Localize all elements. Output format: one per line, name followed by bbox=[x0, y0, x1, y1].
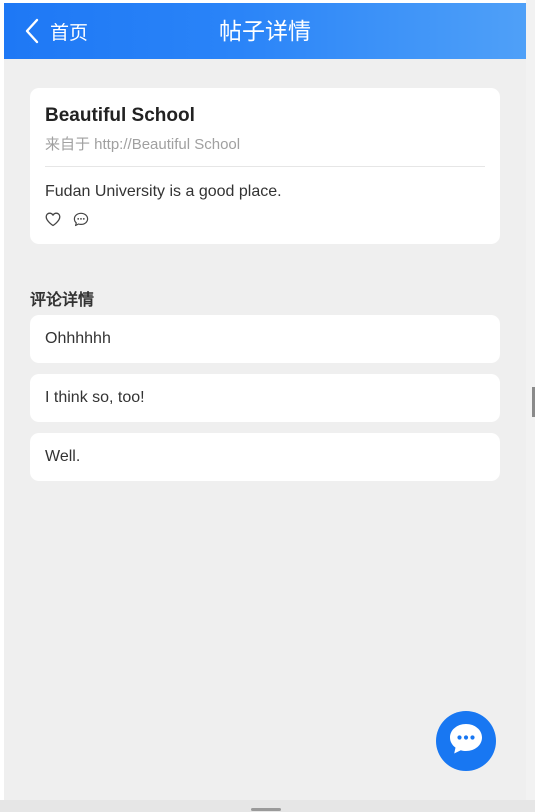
home-indicator[interactable] bbox=[251, 808, 281, 811]
comment-text: I think so, too! bbox=[45, 389, 145, 406]
chat-bubble-icon bbox=[448, 722, 484, 761]
app-screen: 首页 帖子详情 Beautiful School 来自于 http://Beau… bbox=[4, 3, 526, 800]
back-label: 首页 bbox=[50, 22, 89, 44]
post-source: 来自于 http://Beautiful School bbox=[45, 136, 241, 153]
chevron-left-icon bbox=[24, 18, 40, 44]
comment-text: Ohhhhhh bbox=[45, 330, 111, 347]
post-title: Beautiful School bbox=[45, 105, 195, 126]
chat-fab-button[interactable] bbox=[436, 711, 496, 771]
comment-item: I think so, too! bbox=[30, 374, 500, 422]
post-divider bbox=[45, 166, 485, 167]
comments-section-title: 评论详情 bbox=[30, 292, 95, 309]
top-nav-bar: 首页 帖子详情 bbox=[4, 3, 526, 59]
heart-icon[interactable] bbox=[45, 212, 61, 232]
comment-bubble-icon[interactable] bbox=[73, 212, 89, 232]
post-card: Beautiful School 来自于 http://Beautiful Sc… bbox=[30, 88, 500, 244]
post-body: Fudan University is a good place. bbox=[45, 183, 282, 200]
back-button[interactable]: 首页 bbox=[24, 15, 88, 47]
device-frame: 首页 帖子详情 Beautiful School 来自于 http://Beau… bbox=[0, 0, 535, 812]
comment-text: Well. bbox=[45, 448, 81, 465]
comment-item: Ohhhhhh bbox=[30, 315, 500, 363]
comment-item: Well. bbox=[30, 433, 500, 481]
post-actions bbox=[45, 212, 89, 232]
